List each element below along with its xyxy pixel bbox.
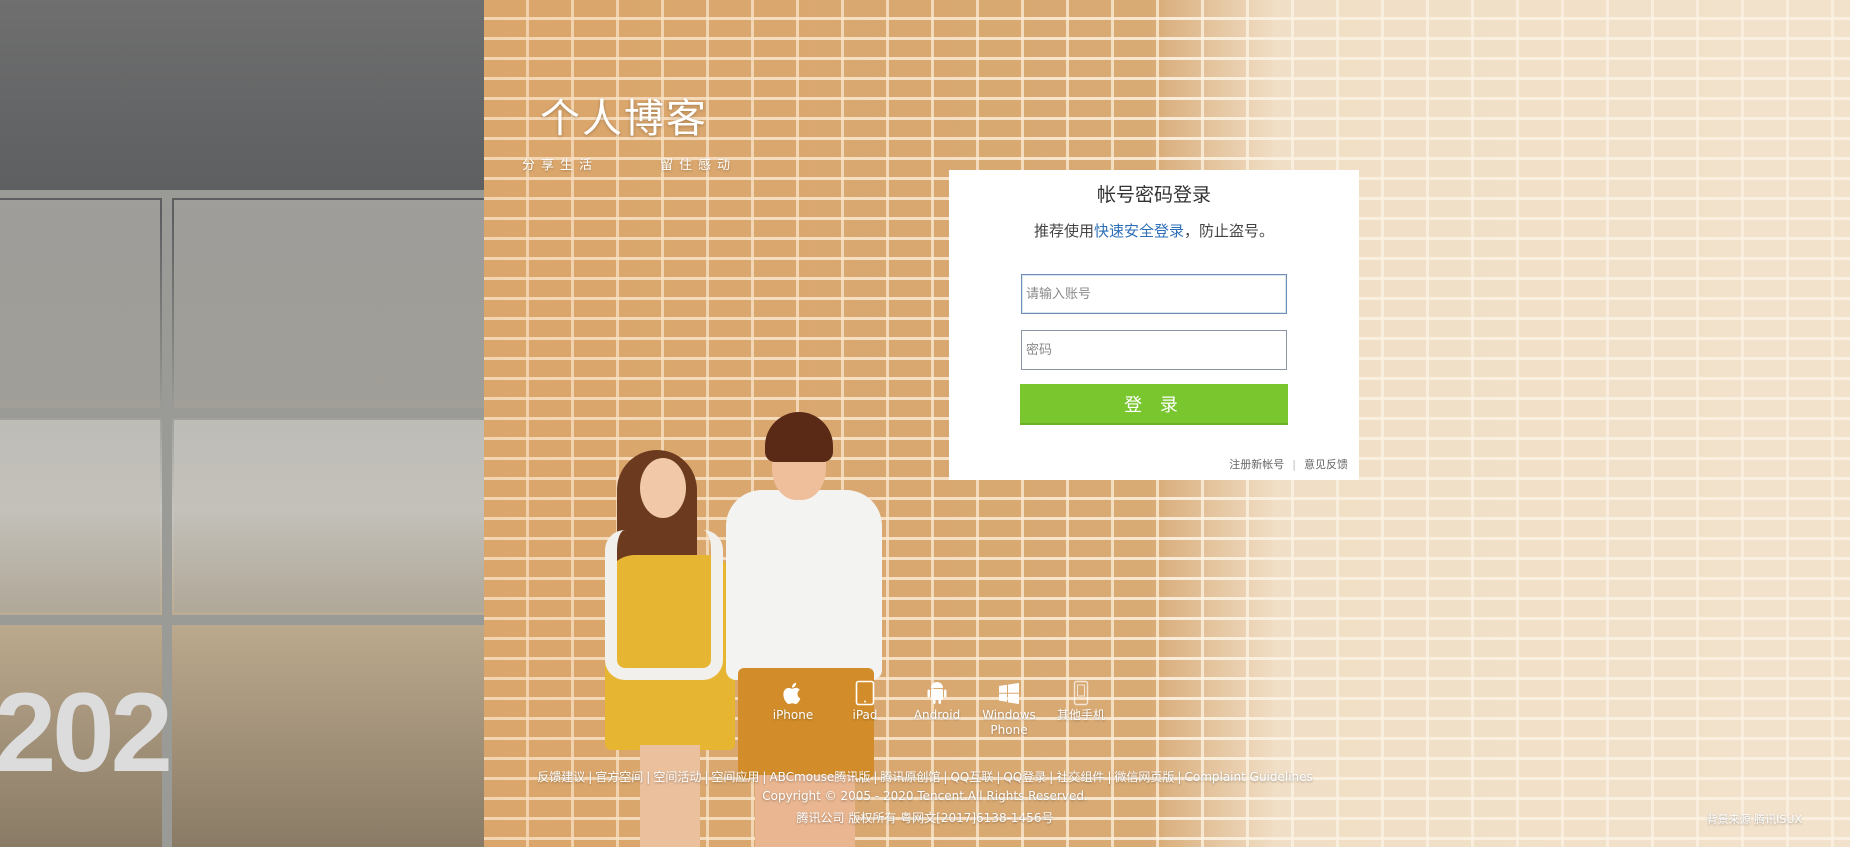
platform-iphone[interactable]: iPhone	[758, 680, 828, 723]
footer-separator: |	[646, 770, 651, 784]
footer-link[interactable]: 微信网页版	[1114, 770, 1174, 784]
couple-photo	[640, 458, 686, 518]
footer-separator: |	[1177, 770, 1182, 784]
login-tip-prefix: 推荐使用	[1033, 222, 1094, 240]
android-icon	[902, 680, 972, 706]
platform-ipad[interactable]: iPad	[830, 680, 900, 723]
account-input[interactable]	[1021, 274, 1287, 314]
apple-icon	[758, 680, 828, 706]
panel-links: 注册新帐号 | 意见反馈	[1229, 456, 1348, 472]
window-frame	[0, 615, 484, 625]
footer-separator: |	[873, 770, 878, 784]
slogan-keep-moments: 留住感动	[660, 158, 737, 173]
register-link[interactable]: 注册新帐号	[1229, 458, 1284, 471]
footer-link[interactable]: 空间应用	[711, 770, 759, 784]
window-pane	[0, 420, 160, 612]
platform-label: Windows Phone	[982, 708, 1036, 737]
footer-separator: |	[704, 770, 709, 784]
footer-link[interactable]: 官方空间	[595, 770, 643, 784]
license-text: 腾讯公司 版权所有 粤网文[2017]6138-1456号	[796, 811, 1054, 825]
footer-link[interactable]: Complaint Guidelines	[1184, 770, 1312, 784]
background-credits: 背景来源 腾讯ISUX	[1707, 811, 1802, 827]
login-tip: 推荐使用快速安全登录，防止盗号。	[949, 220, 1359, 241]
footer-link[interactable]: 空间活动	[653, 770, 701, 784]
footer-link[interactable]: 腾讯原创馆	[880, 770, 940, 784]
couple-photo	[726, 490, 882, 680]
password-input[interactable]	[1021, 330, 1287, 370]
platform-android[interactable]: Android	[902, 680, 972, 723]
link-separator: |	[1292, 458, 1296, 471]
platform-label: 其他手机	[1056, 708, 1105, 722]
footer-link[interactable]: QQ登录	[1003, 770, 1046, 784]
footer-separator: |	[588, 770, 593, 784]
tablet-icon	[830, 680, 900, 706]
feedback-link[interactable]: 意见反馈	[1304, 458, 1348, 471]
window-pane	[0, 200, 160, 408]
footer-link[interactable]: ABCmouse腾讯版	[769, 770, 870, 784]
platform-label: Android	[913, 708, 961, 722]
footer-link[interactable]: 社交组件	[1056, 770, 1104, 784]
footer-link[interactable]: 反馈建议	[537, 770, 585, 784]
window-frame	[0, 410, 484, 418]
footer-separator: |	[762, 770, 767, 784]
windows-icon	[974, 680, 1044, 706]
quick-login-link[interactable]: 快速安全登录	[1094, 222, 1184, 240]
couple-photo	[605, 530, 723, 680]
phone-icon	[1046, 680, 1116, 706]
window-pane	[174, 200, 484, 408]
login-button[interactable]: 登 录	[1020, 384, 1288, 425]
copyright-text: Copyright © 2005 - 2020 Tencent.All Righ…	[762, 789, 1088, 803]
platform-other-phones[interactable]: 其他手机	[1046, 680, 1116, 723]
login-title: 帐号密码登录	[1096, 184, 1211, 206]
isux-link[interactable]: 腾讯ISUX	[1754, 813, 1802, 826]
window-frame	[0, 190, 484, 198]
site-title: 个人博客	[540, 96, 708, 142]
footer-separator: |	[1049, 770, 1054, 784]
platform-label: iPhone	[772, 708, 814, 722]
footer-link[interactable]: QQ互联	[950, 770, 993, 784]
slogan-share-life: 分享生活	[522, 158, 599, 173]
window-pane	[174, 420, 484, 612]
login-panel: 帐号密码登录 推荐使用快速安全登录，防止盗号。 登 录 注册新帐号 | 意见反馈	[949, 170, 1359, 480]
background-source-link[interactable]: 背景来源	[1707, 813, 1751, 826]
platform-windows-phone[interactable]: Windows Phone	[974, 680, 1044, 738]
footer-separator: |	[1107, 770, 1112, 784]
footer-separator: |	[943, 770, 948, 784]
platform-label: iPad	[852, 708, 878, 722]
building-facade: 202	[0, 0, 484, 847]
footer-separator: |	[996, 770, 1001, 784]
footer-links: 反馈建议 | 官方空间 | 空间活动 | 空间应用 | ABCmouse腾讯版 | 腾讯原创馆 | QQ…	[0, 768, 1850, 785]
login-tip-suffix: ，防止盗号。	[1184, 222, 1275, 240]
